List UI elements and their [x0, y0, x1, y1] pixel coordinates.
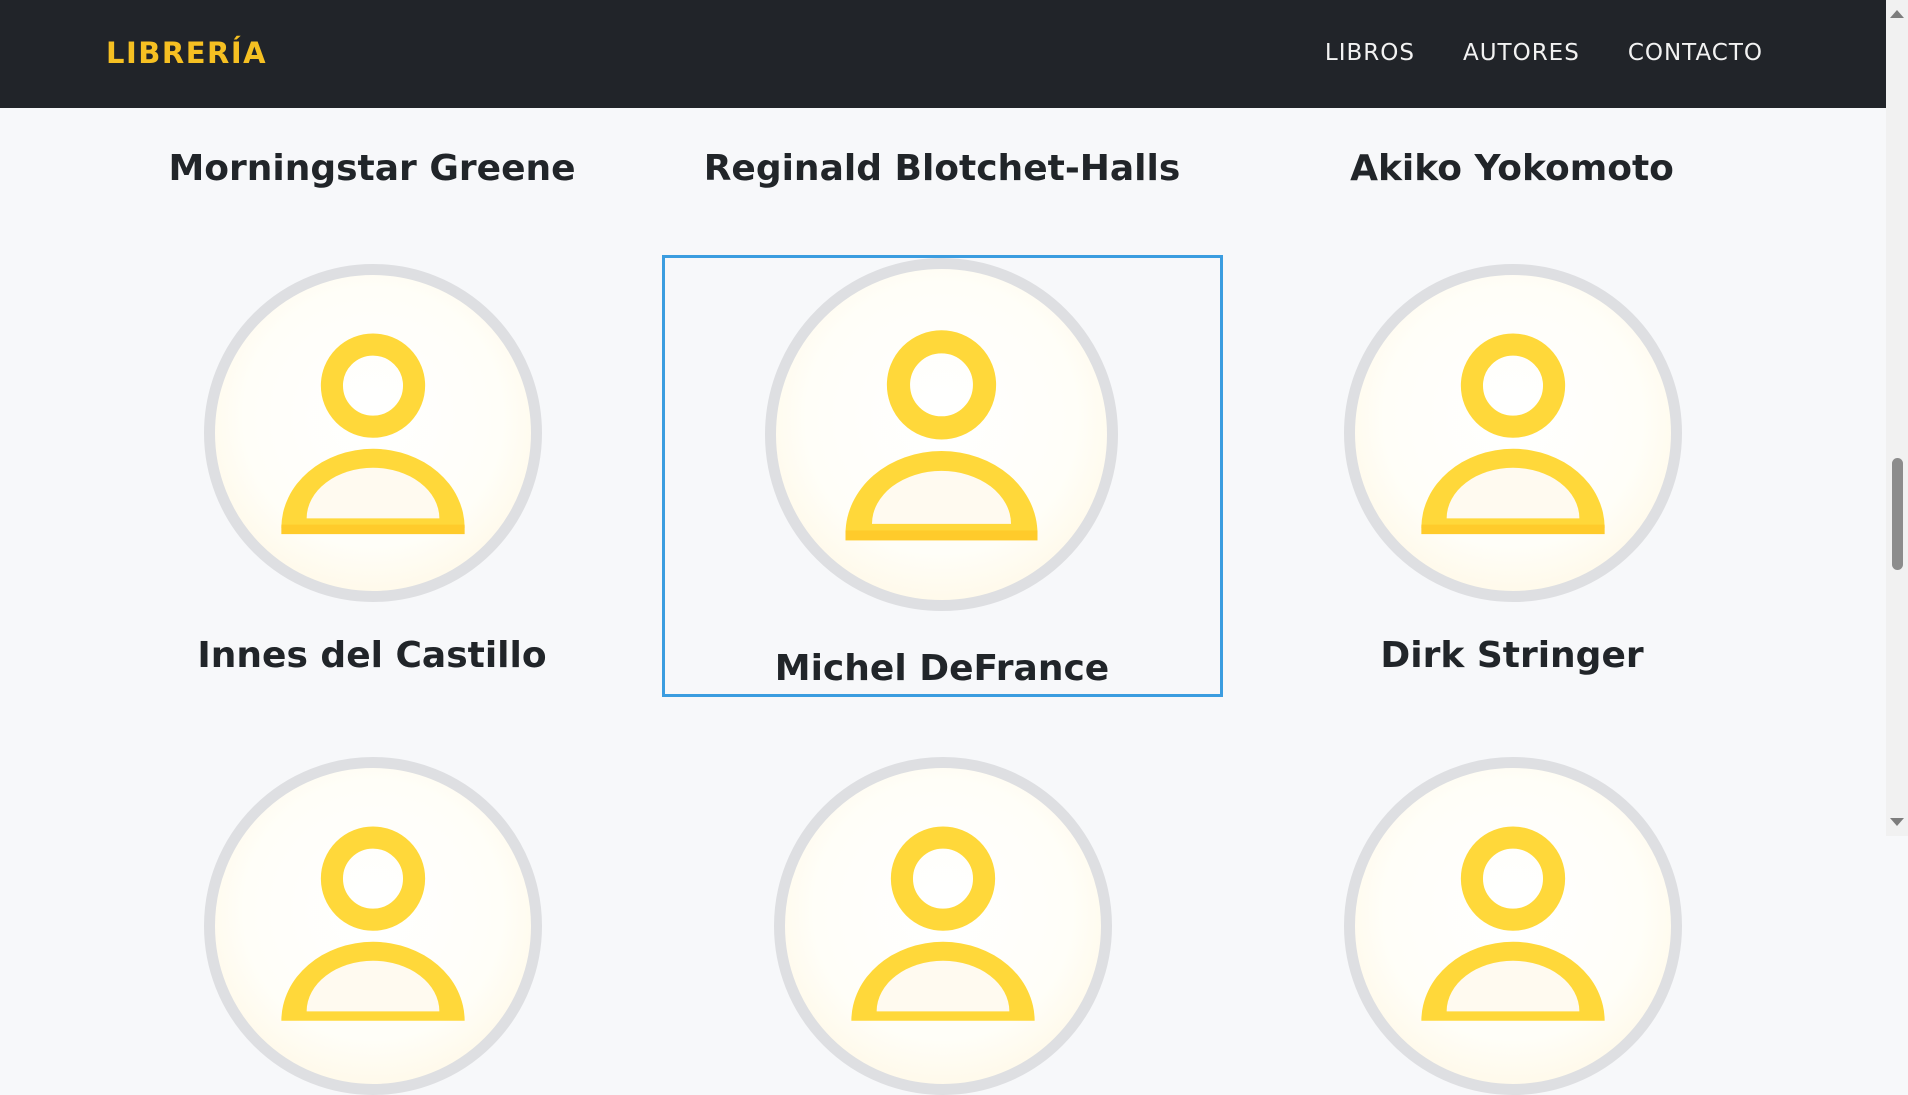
author-name[interactable]: Innes del Castillo — [92, 635, 652, 676]
author-name[interactable]: Akiko Yokomoto — [1232, 148, 1792, 189]
user-placeholder-icon — [845, 330, 1038, 541]
author-name[interactable]: Morningstar Greene — [92, 148, 652, 189]
scroll-up-icon[interactable] — [1890, 10, 1904, 18]
user-placeholder-icon — [281, 333, 465, 535]
author-avatar[interactable] — [765, 258, 1118, 611]
authors-grid: Morningstar Greene Reginald Blotchet-Hal… — [0, 0, 1886, 1095]
nav-links: LIBROS AUTORES CONTACTO — [1325, 40, 1763, 66]
user-placeholder-icon — [281, 826, 465, 1021]
scroll-down-icon[interactable] — [1890, 818, 1904, 826]
user-placeholder-icon — [1421, 333, 1605, 535]
author-avatar[interactable] — [1344, 264, 1682, 602]
author-name[interactable]: Michel DeFrance — [662, 648, 1222, 689]
author-avatar[interactable] — [204, 757, 542, 1095]
nav-link-libros[interactable]: LIBROS — [1325, 40, 1415, 66]
top-navbar: LIBRERÍA LIBROS AUTORES CONTACTO — [0, 0, 1886, 108]
author-name[interactable]: Reginald Blotchet-Halls — [662, 148, 1222, 189]
brand-logo[interactable]: LIBRERÍA — [106, 36, 267, 70]
author-avatar[interactable] — [774, 757, 1112, 1095]
vertical-scrollbar[interactable] — [1886, 0, 1908, 836]
user-placeholder-icon — [851, 826, 1035, 1021]
author-avatar[interactable] — [204, 264, 542, 602]
scroll-thumb[interactable] — [1892, 458, 1903, 570]
nav-link-autores[interactable]: AUTORES — [1463, 40, 1580, 66]
user-placeholder-icon — [1421, 826, 1605, 1021]
author-avatar[interactable] — [1344, 757, 1682, 1095]
author-name[interactable]: Dirk Stringer — [1232, 635, 1792, 676]
nav-link-contacto[interactable]: CONTACTO — [1628, 40, 1763, 66]
